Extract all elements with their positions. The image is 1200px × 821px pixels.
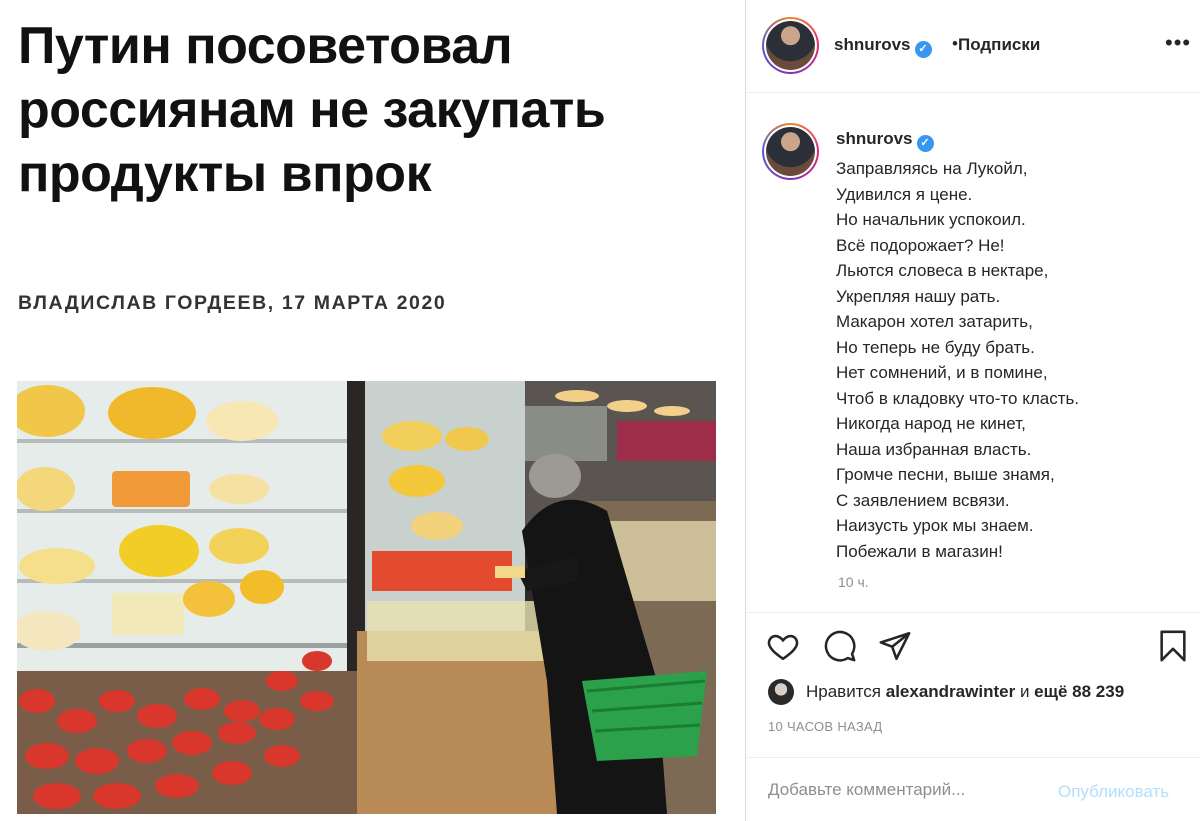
comment-bar: Опубликовать xyxy=(746,757,1200,821)
bookmark-icon[interactable] xyxy=(1156,629,1190,663)
header-username[interactable]: shnurovs ✓ xyxy=(834,35,932,58)
caption-username[interactable]: shnurovs ✓ xyxy=(836,129,934,152)
action-bar xyxy=(746,612,1200,672)
article-photo xyxy=(17,381,716,814)
post-header: shnurovs ✓ • Подписки ••• xyxy=(746,0,1200,93)
comment-icon[interactable] xyxy=(823,629,857,663)
more-icon[interactable]: ••• xyxy=(1165,30,1191,56)
comment-input[interactable] xyxy=(768,780,1048,800)
verified-icon: ✓ xyxy=(916,135,934,152)
liker-avatar[interactable] xyxy=(768,679,794,705)
share-icon[interactable] xyxy=(878,629,912,663)
liker-username[interactable]: alexandrawinter xyxy=(886,682,1015,701)
article-headline: Путин посоветовал россиянам не закупать … xyxy=(18,17,606,203)
heart-icon[interactable] xyxy=(766,629,800,663)
post-timestamp[interactable]: 10 ЧАСОВ НАЗАД xyxy=(768,719,883,734)
publish-button[interactable]: Опубликовать xyxy=(1058,782,1169,802)
following-button[interactable]: Подписки xyxy=(958,35,1040,55)
post-media[interactable]: Путин посоветовал россиянам не закупать … xyxy=(0,0,745,821)
verified-icon: ✓ xyxy=(914,41,932,58)
article-byline: ВЛАДИСЛАВ ГОРДЕЕВ, 17 МАРТА 2020 xyxy=(18,292,447,314)
caption-avatar[interactable] xyxy=(762,123,819,180)
post-panel: shnurovs ✓ • Подписки ••• shnurovs ✓ Запра… xyxy=(746,0,1200,821)
likes-count[interactable]: ещё 88 239 xyxy=(1034,682,1124,701)
header-avatar[interactable] xyxy=(762,17,819,74)
caption-timestamp[interactable]: 10 ч. xyxy=(838,574,869,590)
caption-text: Заправляясь на Лукойл, Удивился я цене. … xyxy=(836,159,1080,561)
